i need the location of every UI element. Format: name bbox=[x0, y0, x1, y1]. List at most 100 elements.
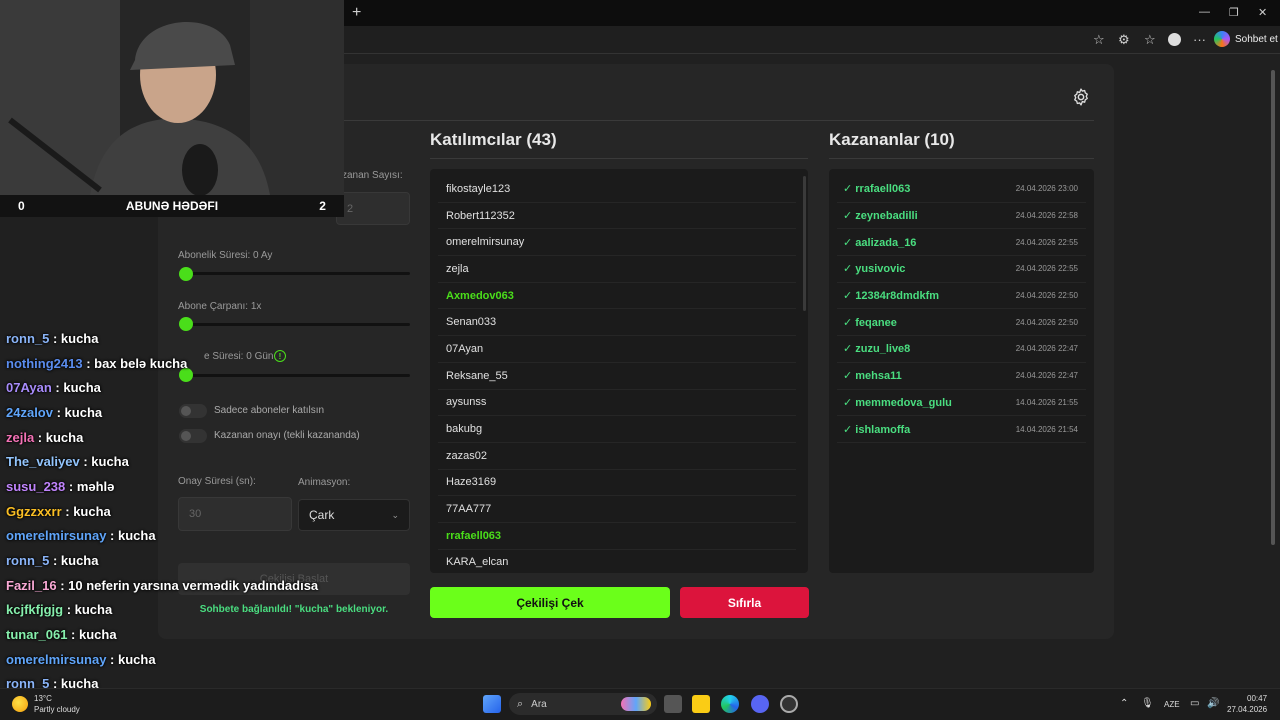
more-menu-icon[interactable]: ··· bbox=[1193, 32, 1206, 47]
winner-item: ✓ yusivovic 24.04.2026 22:55 bbox=[837, 256, 1086, 283]
participants-list[interactable]: fikostayle123 Robert112352 omerelmirsunay z… bbox=[430, 169, 808, 573]
weather-icon bbox=[12, 696, 28, 712]
edge-browser-icon[interactable] bbox=[721, 695, 739, 713]
chat-separator: : bbox=[34, 429, 46, 445]
microphone-icon[interactable]: 🎙 bbox=[1141, 698, 1154, 709]
chat-message: nothing2413 : bax belə kucha bbox=[6, 351, 346, 376]
chat-message: 24zalov : kucha bbox=[6, 400, 346, 425]
network-icon[interactable]: ▭ bbox=[1190, 698, 1199, 709]
participants-divider bbox=[430, 158, 808, 159]
settings-gear-icon[interactable] bbox=[1071, 87, 1091, 107]
winners-list[interactable]: ✓ rrafaell063 24.04.2026 23:00 ✓ zeynebadi… bbox=[829, 169, 1094, 573]
winner-name: ✓ rrafaell063 bbox=[843, 183, 911, 196]
sub-multiplier-label: Abone Çarpanı: 1x bbox=[178, 301, 262, 312]
goal-current: 0 bbox=[18, 199, 25, 213]
task-view-icon[interactable] bbox=[664, 695, 682, 713]
profile-icon[interactable] bbox=[1168, 33, 1181, 46]
discord-icon[interactable] bbox=[751, 695, 769, 713]
minimize-button[interactable]: — bbox=[1199, 6, 1210, 18]
search-highlight-icon bbox=[621, 697, 651, 711]
winner-item: ✓ feqanee 24.04.2026 22:50 bbox=[837, 309, 1086, 337]
close-window-button[interactable]: ✕ bbox=[1258, 6, 1267, 19]
chat-text: kucha bbox=[118, 528, 156, 544]
webcam-overlay bbox=[0, 0, 344, 195]
participant-item: KARA_elcan bbox=[438, 550, 796, 573]
app-icon[interactable] bbox=[780, 695, 798, 713]
winner-name: ✓ zuzu_live8 bbox=[843, 343, 911, 356]
volume-icon[interactable]: 🔊 bbox=[1207, 698, 1219, 709]
chat-separator: : bbox=[56, 577, 69, 593]
favorites-icon[interactable]: ☆ bbox=[1144, 32, 1156, 48]
chat-text: kucha bbox=[45, 429, 84, 445]
page-scrollbar[interactable] bbox=[1270, 60, 1276, 685]
page-scrollbar-thumb[interactable] bbox=[1271, 70, 1275, 545]
chat-username: The_valiyev bbox=[6, 454, 80, 470]
start-button-icon[interactable] bbox=[483, 695, 501, 713]
draw-giveaway-button[interactable]: Çekilişi Çek bbox=[430, 587, 670, 618]
winner-name: ✓ memmedova_gulu bbox=[843, 396, 952, 409]
winner-item: ✓ ishlamoffa 14.04.2026 21:54 bbox=[837, 416, 1086, 443]
winner-name: ✓ mehsa11 bbox=[843, 370, 902, 383]
chat-text: kucha bbox=[63, 380, 101, 396]
chat-message: susu_238 : məhlə bbox=[6, 474, 346, 499]
winners-title: Kazananlar (10) bbox=[829, 130, 955, 149]
chat-separator: : bbox=[106, 528, 118, 544]
chat-username: ronn_5 bbox=[6, 330, 50, 346]
chat-username: 07Ayan bbox=[6, 380, 52, 396]
chat-username: ronn_5 bbox=[6, 553, 50, 569]
copilot-button[interactable]: Sohbet et bbox=[1214, 31, 1278, 47]
language-indicator[interactable]: AZE bbox=[1164, 700, 1180, 709]
copilot-icon bbox=[1214, 31, 1230, 47]
weather-temp: 13°C bbox=[34, 694, 52, 703]
taskbar-search[interactable]: ⌕ Ara bbox=[509, 693, 657, 715]
chat-separator: : bbox=[51, 380, 64, 396]
sub-duration-label: Abonelik Süresi: 0 Ay bbox=[178, 250, 273, 261]
maximize-button[interactable]: ❐ bbox=[1229, 6, 1239, 19]
chat-separator: : bbox=[65, 478, 77, 494]
chat-message: kcjfkfjgjg : kucha bbox=[6, 598, 346, 623]
participants-scrollbar[interactable] bbox=[803, 176, 806, 311]
tray-expand-icon[interactable]: ⌃ bbox=[1120, 698, 1128, 709]
clock-date: 27.04.2026 bbox=[1227, 705, 1268, 714]
chat-separator: : bbox=[49, 330, 61, 346]
chat-username: 24zalov bbox=[6, 404, 53, 420]
chat-separator: : bbox=[61, 503, 74, 519]
chat-text: kucha bbox=[74, 602, 113, 618]
chat-username: omerelmirsunay bbox=[6, 528, 107, 544]
winner-date: 24.04.2026 22:50 bbox=[1015, 291, 1078, 301]
chat-username: zejla bbox=[6, 429, 35, 445]
streamer-webcam-image bbox=[0, 0, 344, 195]
reset-button[interactable]: Sıfırla bbox=[680, 587, 809, 618]
system-clock[interactable]: 00:47 27.04.2026 bbox=[1227, 693, 1267, 715]
chat-text: kucha bbox=[64, 404, 103, 420]
new-tab-button[interactable]: + bbox=[352, 5, 361, 21]
participant-item: Robert112352 bbox=[438, 203, 796, 230]
chat-message: The_valiyev : kucha bbox=[6, 449, 346, 474]
winner-item: ✓ aalizada_16 24.04.2026 22:55 bbox=[837, 229, 1086, 257]
winner-item: ✓ rrafaell063 24.04.2026 23:00 bbox=[837, 176, 1086, 203]
winner-name: ✓ aalizada_16 bbox=[843, 236, 917, 249]
winner-count-input[interactable]: 2 bbox=[336, 192, 410, 225]
chat-username: nothing2413 bbox=[6, 355, 83, 371]
chat-username: Ggzzxxrr bbox=[6, 503, 62, 519]
sub-duration-slider[interactable] bbox=[180, 272, 410, 275]
participant-item: bakubg bbox=[438, 416, 796, 443]
chat-username: tunar_061 bbox=[6, 627, 68, 643]
chat-separator: : bbox=[82, 355, 95, 371]
weather-desc: Partly cloudy bbox=[34, 705, 80, 714]
search-placeholder: Ara bbox=[531, 698, 547, 710]
search-icon: ⌕ bbox=[517, 697, 524, 710]
participant-item: zazas02 bbox=[438, 443, 796, 470]
extensions-icon[interactable]: ⚙ bbox=[1118, 32, 1130, 48]
chat-message: omerelmirsunay : kucha bbox=[6, 647, 346, 672]
chat-message: ronn_5 : kucha bbox=[6, 548, 346, 573]
sub-duration-slider-knob[interactable] bbox=[179, 267, 193, 281]
subscriber-goal-bar: 0 ABUNƏ HƏDƏFI 2 bbox=[0, 195, 344, 217]
file-explorer-icon[interactable] bbox=[692, 695, 710, 713]
winner-name: ✓ 12384r8dmdkfm bbox=[843, 290, 940, 303]
weather-widget[interactable]: 13°C Partly cloudy bbox=[12, 693, 80, 715]
chat-text: kucha bbox=[73, 503, 111, 519]
winners-divider bbox=[829, 158, 1094, 159]
favorite-star-icon[interactable]: ☆ bbox=[1093, 32, 1105, 48]
chat-text: kucha bbox=[78, 627, 117, 643]
